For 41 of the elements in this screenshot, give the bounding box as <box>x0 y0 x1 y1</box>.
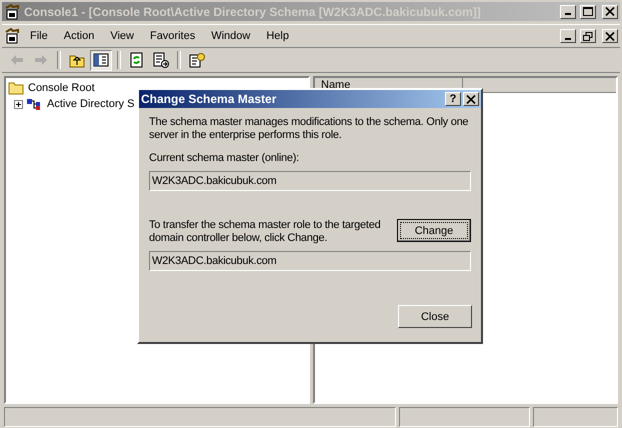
description-text: The schema master manages modifications to the schema. Only one server in the enterprise performs this role. <box>149 116 470 142</box>
restore-button[interactable] <box>580 29 596 43</box>
close-button[interactable] <box>602 4 618 18</box>
expand-icon[interactable] <box>14 100 23 108</box>
minimize-button[interactable] <box>560 4 576 18</box>
menu-item[interactable]: File <box>24 28 54 44</box>
menu-item[interactable]: Help <box>260 28 295 44</box>
target-controller-field[interactable]: W2K3ADC.bakicubuk.com <box>149 251 471 271</box>
maximize-icon <box>583 7 593 16</box>
schema-icon <box>27 98 43 110</box>
menu-item[interactable]: Action <box>58 28 100 44</box>
refresh-icon <box>129 52 145 68</box>
tree-button[interactable] <box>90 50 112 70</box>
help-button[interactable]: ? <box>445 92 461 106</box>
console-icon <box>4 28 20 44</box>
menu-item[interactable]: Favorites <box>144 28 202 44</box>
current-master-field[interactable]: W2K3ADC.bakicubuk.com <box>149 171 471 191</box>
list-export-icon <box>153 52 169 68</box>
menu-item[interactable]: Window <box>205 28 256 44</box>
close-button[interactable] <box>463 92 479 106</box>
restore-icon <box>583 32 593 40</box>
tree-item[interactable]: Active Directory S <box>47 98 134 110</box>
minimize-icon <box>565 13 571 15</box>
close-button[interactable] <box>602 29 618 43</box>
minimize-icon <box>565 38 571 40</box>
change-button[interactable]: Change <box>397 219 471 242</box>
tree-item[interactable]: Console Root <box>28 82 95 94</box>
folder-icon <box>8 81 24 95</box>
transfer-text: To transfer the schema master role to the targeted domain controller below, click Change. <box>149 219 382 245</box>
close-icon <box>605 32 615 40</box>
menu-item[interactable]: View <box>104 28 140 44</box>
pane-icon <box>93 52 109 68</box>
maximize-button[interactable] <box>580 4 596 18</box>
minimize-button[interactable] <box>560 29 576 43</box>
close-icon <box>605 7 615 16</box>
console-icon <box>4 4 20 20</box>
field-label: Current schema master (online): <box>149 152 300 165</box>
close-dialog-button[interactable]: Close <box>398 305 472 328</box>
dialog-title: Change Schema Master <box>141 92 278 106</box>
right-arrow-icon <box>33 52 49 68</box>
close-icon <box>466 94 476 104</box>
